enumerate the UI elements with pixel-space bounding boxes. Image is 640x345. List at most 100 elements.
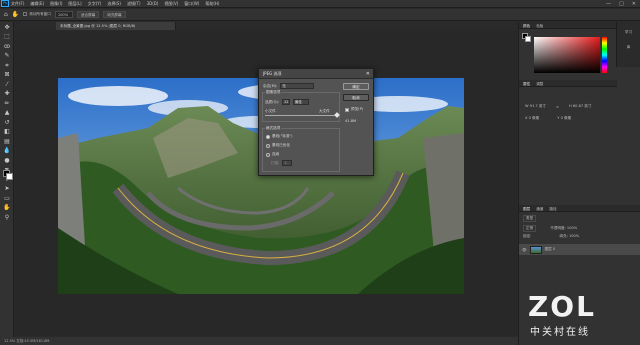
crop-tool-icon[interactable]: ⌗ — [2, 62, 12, 70]
layer-name[interactable]: 图层 0 — [545, 247, 556, 252]
eye-icon[interactable]: 👁 — [522, 248, 527, 252]
quality-level-select[interactable]: 最佳 — [293, 99, 310, 105]
preview-check-icon[interactable] — [345, 107, 349, 112]
width-field[interactable]: W 91.7 英寸 — [525, 104, 546, 109]
options-bar: ⌂ ✋ 滚动所有窗口 100% 适合屏幕 填充屏幕 — [0, 9, 640, 21]
cancel-button[interactable]: 取消 — [343, 94, 369, 101]
radio-optimized[interactable] — [266, 143, 270, 148]
color-picker-field[interactable] — [534, 37, 600, 73]
format-baseline-radio[interactable]: 基线("标准") — [266, 134, 293, 139]
shape-tool-icon[interactable]: ▭ — [2, 195, 12, 203]
stamp-tool-icon[interactable]: ▲ — [2, 109, 12, 117]
ok-button[interactable]: 确定 — [343, 83, 369, 90]
tab-layers[interactable]: 图层 — [523, 206, 530, 211]
x-field[interactable]: X 0 像素 — [525, 116, 539, 121]
auto-scroll-checkbox[interactable]: 滚动所有窗口 — [23, 12, 51, 17]
menu-window[interactable]: 窗口(W) — [184, 1, 199, 7]
quality-label: 品质(Q): — [265, 99, 280, 104]
hand-tool-icon[interactable]: ✋ — [2, 204, 12, 212]
status-bar: 12.5% 文档:45.5M/181.8M — [0, 337, 520, 345]
blur-tool-icon[interactable]: 💧 — [2, 147, 12, 155]
layers-panel-tabs: 图层 通道 路径 — [519, 205, 640, 212]
tab-channels[interactable]: 通道 — [536, 206, 543, 211]
tab-adjustments[interactable]: 调整 — [536, 81, 543, 86]
layers-lock-row: 锁定: 填充: 100% — [523, 234, 579, 239]
layer-thumbnail — [529, 245, 542, 254]
path-select-tool-icon[interactable]: ➤ — [2, 185, 12, 193]
move-tool-icon[interactable]: ✥ — [2, 24, 12, 32]
frame-tool-icon[interactable]: ⊠ — [2, 71, 12, 79]
image-options-label: 图像选项 — [265, 90, 282, 95]
preview-checkbox[interactable]: 预览(P) — [345, 107, 363, 112]
menu-help[interactable]: 帮助(H) — [205, 1, 219, 7]
brush-tool-icon[interactable]: ✏ — [2, 100, 12, 108]
dialog-title: JPEG 选项 — [263, 71, 282, 76]
photoshop-logo-icon: Ps — [1, 0, 9, 7]
zoom-tool-icon[interactable]: ⚲ — [2, 214, 12, 222]
zol-logo: ZOL — [528, 290, 596, 323]
gradient-tool-icon[interactable]: ▤ — [2, 138, 12, 146]
lasso-tool-icon[interactable]: ꝏ — [2, 43, 12, 51]
menu-file[interactable]: 文件(F) — [11, 1, 24, 7]
y-field[interactable]: Y 0 像素 — [557, 116, 571, 121]
layer-row[interactable]: 👁 图层 0 — [519, 244, 640, 255]
format-optimized-radio[interactable]: 基线已优化 — [266, 143, 290, 148]
large-file-label: 大文件 — [319, 109, 330, 113]
radio-baseline[interactable] — [266, 134, 270, 139]
tab-color[interactable]: 颜色 — [523, 23, 530, 28]
healing-brush-tool-icon[interactable]: ✚ — [2, 90, 12, 98]
eraser-tool-icon[interactable]: ◧ — [2, 128, 12, 136]
hue-slider[interactable] — [602, 37, 607, 73]
tab-paths[interactable]: 路径 — [549, 206, 556, 211]
color-panel-bg-swatch[interactable] — [525, 36, 531, 42]
zol-subtitle: 中关村在线 — [530, 327, 590, 338]
zol-watermark: ZOL 中关村在线 — [520, 290, 640, 345]
menu-image[interactable]: 图像(I) — [50, 1, 62, 7]
opacity-field[interactable]: 不透明度: 100% — [550, 226, 577, 231]
maximize-icon[interactable]: □ — [619, 1, 624, 7]
tab-properties[interactable]: 属性 — [523, 81, 530, 86]
layers-mode-row: 正常 不透明度: 100% — [523, 225, 577, 232]
tools-panel: ✥ ⬚ ꝏ ✎ ⌗ ⊠ ⁄ ✚ ✏ ▲ ↺ ◧ ▤ 💧 ● ✒ T ➤ ▭ ✋ … — [0, 22, 14, 345]
matte-label: 杂边(M): — [263, 83, 278, 88]
menu-select[interactable]: 选择(S) — [107, 1, 121, 7]
history-brush-tool-icon[interactable]: ↺ — [2, 119, 12, 127]
side-tab-learn[interactable]: 学习 — [617, 30, 640, 35]
format-progressive-radio[interactable]: 连续 — [266, 152, 279, 157]
zoom-field[interactable]: 100% — [54, 11, 73, 18]
link-icon[interactable]: ∞ — [556, 105, 559, 109]
blend-mode-select[interactable]: 正常 — [523, 225, 537, 232]
menu-type[interactable]: 文字(Y) — [88, 1, 102, 7]
quick-select-tool-icon[interactable]: ✎ — [2, 52, 12, 60]
small-file-label: 小文件 — [265, 109, 276, 113]
background-color-swatch[interactable] — [6, 173, 13, 180]
menu-filter[interactable]: 滤镜(T) — [127, 1, 141, 7]
scans-select[interactable]: 3 — [282, 160, 293, 166]
fit-screen-button[interactable]: 适合屏幕 — [76, 11, 100, 18]
fill-screen-button[interactable]: 填充屏幕 — [103, 11, 126, 18]
matte-select[interactable]: 无 — [280, 83, 315, 89]
marquee-tool-icon[interactable]: ⬚ — [2, 33, 12, 41]
quality-slider-track[interactable] — [265, 115, 337, 116]
menu-view[interactable]: 视图(V) — [164, 1, 178, 7]
quality-field[interactable]: 12 — [282, 99, 291, 105]
dialog-close-icon[interactable]: ✕ — [366, 69, 370, 79]
hand-tool-icon: ✋ — [11, 11, 20, 18]
document-tab[interactable]: 未标题_全景图.jpg @ 12.5% (图层 0, RGB/8) — [56, 22, 176, 30]
fill-field[interactable]: 填充: 100% — [559, 234, 579, 239]
home-icon[interactable]: ⌂ — [4, 11, 8, 18]
tab-swatches[interactable]: 色板 — [536, 23, 543, 28]
side-tab-libraries[interactable]: 库 — [617, 45, 640, 50]
dialog-title-bar[interactable]: JPEG 选项 ✕ — [259, 69, 373, 79]
height-field[interactable]: H 60.87 英寸 — [569, 104, 591, 109]
properties-position-row: X 0 像素 Y 0 像素 — [525, 116, 571, 121]
layer-kind-select[interactable]: 类型 — [523, 215, 537, 222]
eyedropper-tool-icon[interactable]: ⁄ — [2, 81, 12, 89]
dodge-tool-icon[interactable]: ● — [2, 157, 12, 165]
menu-3d[interactable]: 3D(D) — [147, 1, 159, 6]
minimize-icon[interactable]: — — [606, 1, 611, 7]
close-icon[interactable]: ✕ — [632, 1, 636, 7]
menu-layer[interactable]: 图层(L) — [68, 1, 81, 7]
menu-edit[interactable]: 编辑(E) — [30, 1, 44, 7]
radio-progressive[interactable] — [266, 152, 270, 157]
